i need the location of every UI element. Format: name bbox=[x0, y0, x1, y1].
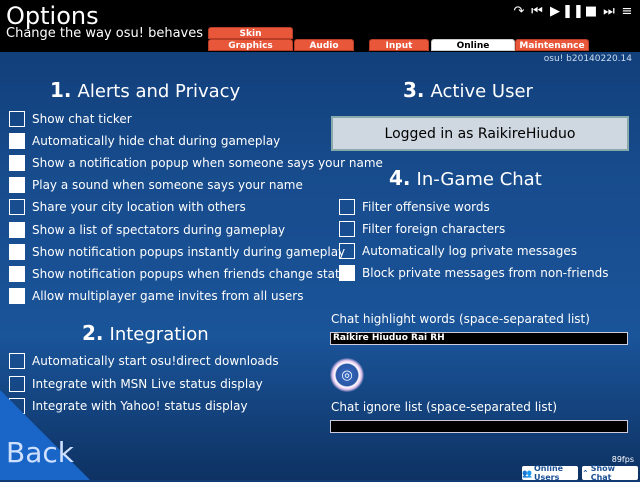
page-subtitle: Change the way osu! behaves bbox=[6, 26, 204, 41]
tab-input[interactable]: Input bbox=[369, 39, 429, 51]
checkbox-row[interactable]: Share your city location with others bbox=[9, 199, 246, 216]
checkbox[interactable] bbox=[9, 221, 25, 238]
checkbox-row[interactable]: Show notification popups when friends ch… bbox=[9, 265, 354, 282]
checkbox-label: Automatically log private messages bbox=[362, 244, 578, 259]
integration-title: Integration bbox=[109, 324, 209, 345]
checkbox-row[interactable]: Allow multiplayer game invites from all … bbox=[9, 287, 304, 304]
play-icon[interactable]: ▶ bbox=[548, 3, 562, 19]
checkbox-row[interactable]: Play a sound when someone says your name bbox=[9, 177, 303, 194]
ignore-list-input[interactable] bbox=[330, 420, 628, 433]
tab-audio[interactable]: Audio bbox=[294, 39, 354, 51]
show-chat-label: Show Chat bbox=[590, 464, 616, 482]
menu-icon[interactable]: ≡ bbox=[620, 3, 634, 19]
media-controls: ↷ ⏮ ▶ ❚❚ ■ ⏭ ≡ bbox=[512, 3, 634, 19]
rewind-icon[interactable]: ⏮ bbox=[530, 3, 544, 19]
checkbox-label: Block private messages from non-friends bbox=[362, 266, 609, 281]
tab-online[interactable]: Online bbox=[431, 39, 515, 51]
online-users-icon: 👥 bbox=[522, 468, 532, 478]
checkbox-label: Play a sound when someone says your name bbox=[32, 178, 303, 193]
version-label: osu! b20140220.14 bbox=[543, 54, 632, 64]
checkbox[interactable] bbox=[339, 199, 355, 215]
checkbox[interactable] bbox=[339, 221, 355, 238]
active-user-heading: 3. Active User bbox=[403, 78, 533, 102]
online-users-button[interactable]: 👥 Online Users bbox=[522, 464, 578, 482]
checkbox-label: Show chat ticker bbox=[32, 112, 132, 126]
checkbox[interactable] bbox=[9, 177, 25, 194]
checkbox-row[interactable]: Automatically start osu!direct downloads bbox=[9, 353, 279, 369]
checkbox-label: Integrate with MSN Live status display bbox=[32, 376, 263, 391]
checkbox[interactable] bbox=[9, 287, 25, 304]
checkbox[interactable] bbox=[9, 111, 25, 127]
skip-icon[interactable]: ⏭ bbox=[602, 3, 616, 19]
back-button[interactable]: Back bbox=[6, 436, 74, 469]
ingame-chat-heading: 4. In-Game Chat bbox=[389, 166, 542, 190]
ignore-list-label: Chat ignore list (space-separated list) bbox=[331, 400, 557, 414]
redo-icon[interactable]: ↷ bbox=[512, 3, 526, 19]
pause-icon[interactable]: ❚❚ bbox=[562, 3, 584, 19]
stop-icon[interactable]: ■ bbox=[584, 3, 598, 19]
checkbox-row[interactable]: Filter foreign characters bbox=[339, 221, 506, 238]
checkbox-label: Show notification popups instantly durin… bbox=[32, 244, 346, 259]
checkbox-row[interactable]: Filter offensive words bbox=[339, 199, 490, 215]
active-user-number: 3. bbox=[403, 78, 425, 102]
checkbox-label: Automatically hide chat during gameplay bbox=[32, 134, 281, 149]
fps-counter: 89fps bbox=[611, 455, 634, 464]
integration-heading: 2. Integration bbox=[82, 321, 209, 345]
checkbox[interactable] bbox=[339, 243, 355, 260]
alerts-number: 1. bbox=[50, 78, 72, 102]
chevron-up-icon: ⌃ bbox=[582, 468, 589, 478]
checkbox-label: Share your city location with others bbox=[32, 200, 246, 215]
checkbox-row[interactable]: Show a list of spectators during gamepla… bbox=[9, 221, 286, 238]
checkbox-label: Show a list of spectators during gamepla… bbox=[32, 222, 286, 237]
show-chat-button[interactable]: ⌃ Show Chat bbox=[582, 464, 638, 482]
checkbox-label: Automatically start osu!direct downloads bbox=[32, 354, 279, 368]
online-users-label: Online Users bbox=[533, 464, 564, 482]
checkbox-label: Show notification popups when friends ch… bbox=[32, 266, 354, 281]
checkbox-label: Filter offensive words bbox=[362, 200, 490, 214]
highlight-words-input[interactable]: Raikire Hiuduo Rai RH bbox=[330, 332, 628, 345]
checkbox[interactable] bbox=[9, 265, 25, 282]
checkbox-row[interactable]: Show notification popups instantly durin… bbox=[9, 243, 346, 260]
tab-skin[interactable]: Skin bbox=[208, 27, 293, 39]
checkbox-label: Filter foreign characters bbox=[362, 222, 506, 237]
highlight-words-label: Chat highlight words (space-separated li… bbox=[331, 312, 590, 326]
cursor-icon: ◎ bbox=[330, 358, 364, 392]
integration-number: 2. bbox=[82, 321, 104, 345]
checkbox[interactable] bbox=[9, 199, 25, 216]
checkbox[interactable] bbox=[339, 265, 355, 282]
checkbox[interactable] bbox=[9, 155, 25, 172]
checkbox[interactable] bbox=[9, 133, 25, 150]
ingame-chat-title: In-Game Chat bbox=[416, 169, 542, 190]
checkbox-row[interactable]: Show a notification popup when someone s… bbox=[9, 155, 383, 172]
active-user-title: Active User bbox=[430, 81, 533, 102]
alerts-title: Alerts and Privacy bbox=[77, 81, 241, 102]
top-bar: Options Change the way osu! behaves ↷ ⏮ … bbox=[0, 0, 640, 52]
checkbox-row[interactable]: Block private messages from non-friends bbox=[339, 265, 609, 282]
checkbox[interactable] bbox=[9, 243, 25, 260]
tab-maintenance[interactable]: Maintenance bbox=[515, 39, 589, 51]
checkbox[interactable] bbox=[9, 353, 25, 369]
logged-in-button[interactable]: Logged in as RaikireHiuduo bbox=[331, 116, 629, 151]
checkbox-label: Allow multiplayer game invites from all … bbox=[32, 288, 304, 303]
checkbox-label: Show a notification popup when someone s… bbox=[32, 156, 383, 171]
alerts-heading: 1. Alerts and Privacy bbox=[50, 78, 240, 102]
checkbox-row[interactable]: Automatically log private messages bbox=[339, 243, 578, 260]
checkbox-row[interactable]: Show chat ticker bbox=[9, 111, 132, 127]
tab-graphics[interactable]: Graphics bbox=[208, 39, 293, 51]
ingame-chat-number: 4. bbox=[389, 166, 411, 190]
checkbox-row[interactable]: Automatically hide chat during gameplay bbox=[9, 133, 281, 150]
